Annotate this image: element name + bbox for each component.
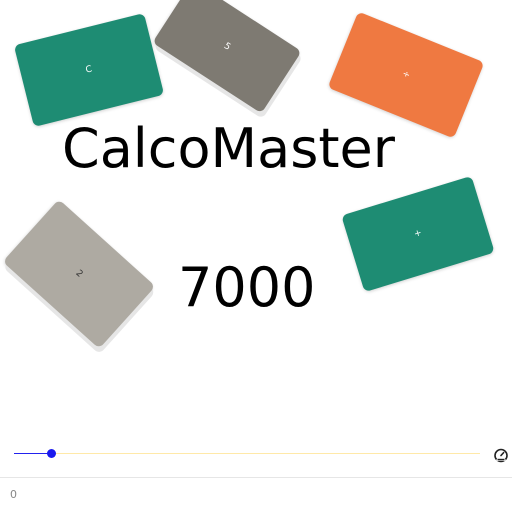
slider-thumb[interactable] — [47, 449, 56, 458]
status-bar: 0 — [0, 477, 512, 512]
card-2-label: 2 — [73, 268, 85, 280]
timeline-slider[interactable] — [0, 442, 512, 466]
card-2-button[interactable]: 2 — [2, 199, 156, 349]
card-5-label: 5 — [221, 41, 233, 53]
card-plus-label: + — [412, 228, 424, 240]
status-value: 0 — [10, 488, 17, 501]
app-title-number: 7000 — [178, 256, 316, 319]
card-plus-button[interactable]: + — [341, 175, 495, 293]
slider-track[interactable] — [14, 453, 480, 454]
speedometer-icon[interactable] — [493, 447, 509, 463]
card-5-button[interactable]: 5 — [152, 0, 302, 114]
card-divide-label: ÷ — [400, 68, 412, 82]
calculator-canvas: C 5 ÷ + 2 CalcoMaster 7000 0 — [0, 0, 512, 512]
slider-fill — [14, 453, 51, 454]
app-title: CalcoMaster — [62, 117, 395, 180]
card-c-button[interactable]: C — [13, 13, 165, 127]
card-c-label: C — [84, 64, 94, 76]
